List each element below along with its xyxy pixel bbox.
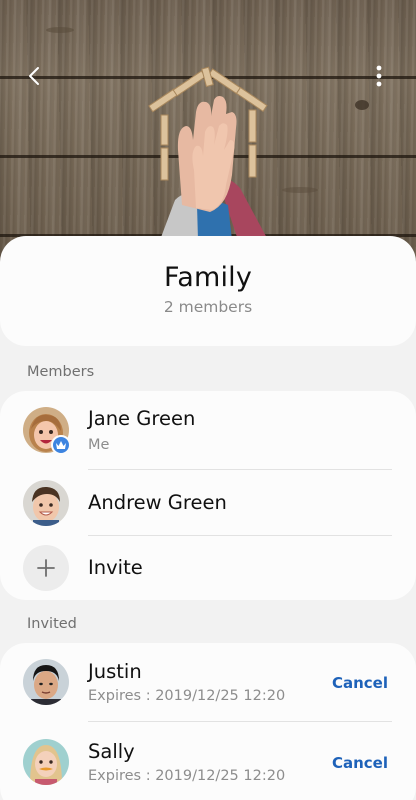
member-name: Jane Green [88,407,196,430]
more-vertical-icon [376,65,382,87]
invited-row-sally[interactable]: Sally Expires : 2019/12/25 12:20 Cancel [0,729,416,795]
cancel-invite-button[interactable]: Cancel [332,754,388,772]
member-name: Andrew Green [88,491,227,514]
member-row-jane-green[interactable]: Jane Green Me [0,397,416,463]
avatar [23,659,69,705]
group-cover-image [0,0,416,270]
invited-row-justin[interactable]: Justin Expires : 2019/12/25 12:20 Cancel [0,649,416,715]
invite-button[interactable] [23,545,69,591]
avatar [23,480,69,526]
invite-expiry: Expires : 2019/12/25 12:20 [88,688,286,704]
invite-expiry: Expires : 2019/12/25 12:20 [88,768,286,784]
invitee-name: Justin [88,660,142,683]
invited-section-label: Invited [27,616,77,632]
member-count: 2 members [163,298,253,316]
arrow-left-icon [29,67,39,85]
member-row-andrew-green[interactable]: Andrew Green [0,470,416,536]
group-name: Family [163,262,253,293]
back-button[interactable] [17,58,53,94]
member-subtitle: Me [88,437,110,453]
cancel-invite-button[interactable]: Cancel [332,674,388,692]
invited-card: Justin Expires : 2019/12/25 12:20 Cancel… [0,643,416,800]
members-card: Jane Green Me Andrew Green Invite [0,391,416,600]
invite-label: Invite [88,556,143,579]
avatar [23,739,69,785]
group-title-card: Family 2 members [0,236,416,346]
invitee-name: Sally [88,740,135,763]
invite-member-row[interactable]: Invite [0,535,416,601]
hands-house-illustration [46,27,369,240]
crown-icon [51,435,71,455]
more-options-button[interactable] [361,58,397,94]
divider [88,721,392,722]
plus-icon [37,559,55,577]
members-section-label: Members [27,364,95,380]
